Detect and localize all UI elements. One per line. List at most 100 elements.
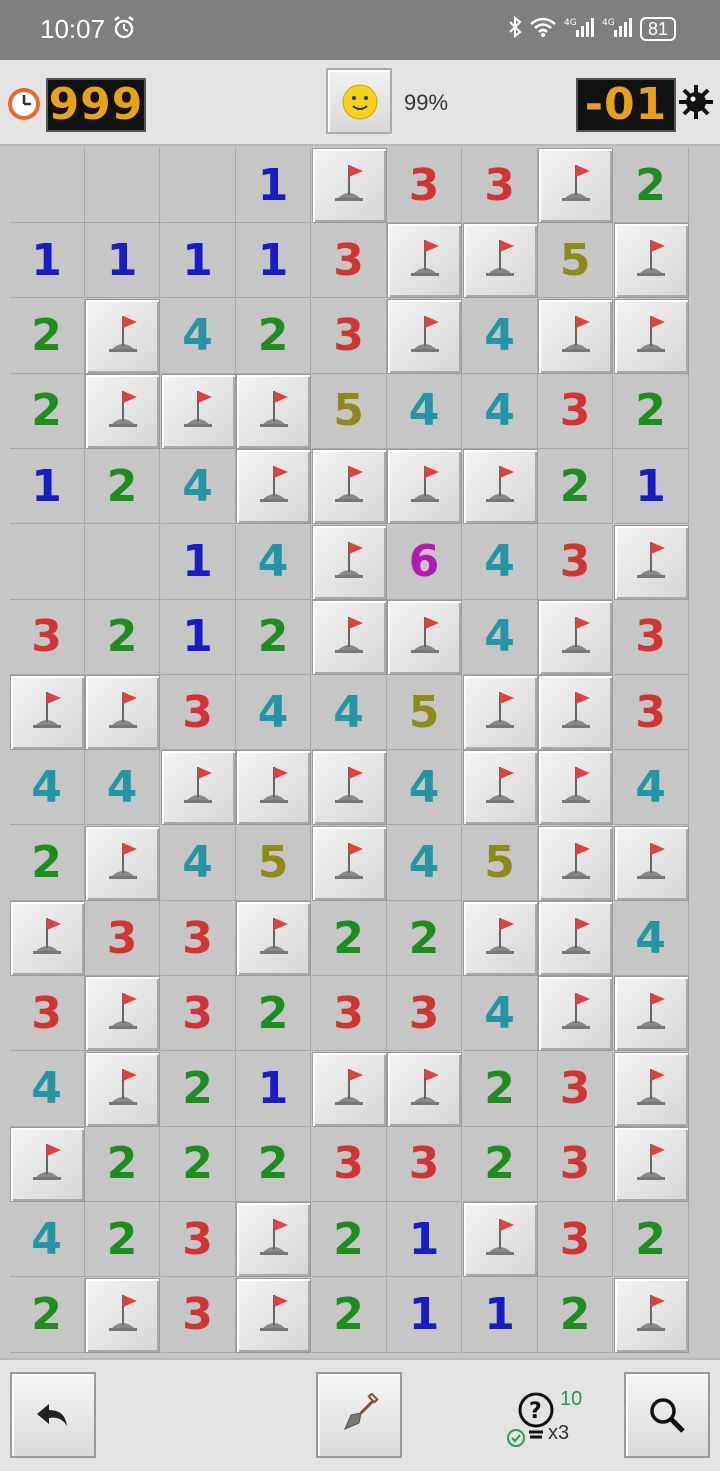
number-cell[interactable]: 4 — [462, 599, 538, 675]
flagged-cell[interactable] — [387, 1051, 462, 1127]
flagged-cell[interactable] — [85, 1277, 160, 1353]
empty-cell[interactable] — [9, 148, 85, 223]
number-cell[interactable]: 1 — [613, 449, 689, 525]
flagged-cell[interactable] — [538, 976, 613, 1052]
hint-button[interactable]: ? 10 x3 — [500, 1388, 590, 1458]
flagged-cell[interactable] — [9, 901, 85, 976]
number-cell[interactable]: 2 — [85, 1126, 160, 1202]
number-cell[interactable]: 4 — [387, 750, 462, 826]
number-cell[interactable]: 3 — [9, 599, 85, 675]
number-cell[interactable]: 2 — [311, 901, 387, 976]
number-cell[interactable]: 1 — [160, 223, 236, 299]
flagged-cell[interactable] — [9, 1126, 85, 1202]
flagged-cell[interactable] — [85, 298, 160, 374]
number-cell[interactable]: 1 — [160, 599, 236, 675]
number-cell[interactable]: 4 — [311, 675, 387, 751]
number-cell[interactable]: 3 — [538, 524, 613, 600]
flagged-cell[interactable] — [462, 901, 538, 976]
number-cell[interactable]: 2 — [236, 1126, 311, 1202]
undo-button[interactable] — [10, 1372, 96, 1458]
number-cell[interactable]: 4 — [9, 1051, 85, 1127]
number-cell[interactable]: 3 — [462, 148, 538, 223]
flagged-cell[interactable] — [538, 825, 613, 901]
number-cell[interactable]: 4 — [160, 449, 236, 525]
flagged-cell[interactable] — [311, 599, 387, 675]
flagged-cell[interactable] — [462, 223, 538, 299]
empty-cell[interactable] — [85, 148, 160, 223]
number-cell[interactable]: 4 — [387, 825, 462, 901]
number-cell[interactable]: 3 — [387, 148, 462, 223]
number-cell[interactable]: 2 — [85, 1202, 160, 1278]
flagged-cell[interactable] — [85, 373, 160, 449]
flagged-cell[interactable] — [160, 750, 236, 826]
number-cell[interactable]: 3 — [85, 901, 160, 976]
number-cell[interactable]: 1 — [236, 223, 311, 299]
number-cell[interactable]: 1 — [9, 449, 85, 525]
number-cell[interactable]: 3 — [538, 1202, 613, 1278]
flagged-cell[interactable] — [613, 825, 689, 901]
number-cell[interactable]: 3 — [160, 976, 236, 1052]
number-cell[interactable]: 2 — [236, 599, 311, 675]
flagged-cell[interactable] — [387, 449, 462, 525]
zoom-button[interactable] — [624, 1372, 710, 1458]
flagged-cell[interactable] — [613, 1126, 689, 1202]
new-game-smiley-button[interactable] — [326, 68, 392, 134]
number-cell[interactable]: 4 — [9, 750, 85, 826]
number-cell[interactable]: 2 — [9, 373, 85, 449]
number-cell[interactable]: 2 — [613, 1202, 689, 1278]
flagged-cell[interactable] — [462, 750, 538, 826]
number-cell[interactable]: 3 — [160, 675, 236, 751]
number-cell[interactable]: 2 — [311, 1277, 387, 1353]
flagged-cell[interactable] — [462, 1202, 538, 1278]
flagged-cell[interactable] — [311, 148, 387, 223]
flagged-cell[interactable] — [538, 298, 613, 374]
flagged-cell[interactable] — [236, 1202, 311, 1278]
number-cell[interactable]: 1 — [236, 148, 311, 223]
flagged-cell[interactable] — [387, 298, 462, 374]
number-cell[interactable]: 4 — [236, 524, 311, 600]
empty-cell[interactable] — [85, 524, 160, 600]
number-cell[interactable]: 4 — [236, 675, 311, 751]
number-cell[interactable]: 3 — [160, 901, 236, 976]
number-cell[interactable]: 3 — [613, 675, 689, 751]
number-cell[interactable]: 5 — [311, 373, 387, 449]
flagged-cell[interactable] — [462, 449, 538, 525]
flagged-cell[interactable] — [538, 901, 613, 976]
number-cell[interactable]: 3 — [160, 1277, 236, 1353]
flagged-cell[interactable] — [613, 298, 689, 374]
number-cell[interactable]: 3 — [538, 1126, 613, 1202]
number-cell[interactable]: 1 — [85, 223, 160, 299]
number-cell[interactable]: 2 — [236, 298, 311, 374]
number-cell[interactable]: 4 — [462, 298, 538, 374]
flagged-cell[interactable] — [613, 223, 689, 299]
number-cell[interactable]: 4 — [462, 976, 538, 1052]
number-cell[interactable]: 4 — [85, 750, 160, 826]
number-cell[interactable]: 4 — [387, 373, 462, 449]
number-cell[interactable]: 1 — [462, 1277, 538, 1353]
number-cell[interactable]: 3 — [311, 298, 387, 374]
number-cell[interactable]: 3 — [538, 1051, 613, 1127]
number-cell[interactable]: 6 — [387, 524, 462, 600]
flagged-cell[interactable] — [236, 449, 311, 525]
number-cell[interactable]: 2 — [9, 298, 85, 374]
number-cell[interactable]: 5 — [538, 223, 613, 299]
number-cell[interactable]: 2 — [462, 1051, 538, 1127]
flagged-cell[interactable] — [387, 599, 462, 675]
number-cell[interactable]: 2 — [9, 825, 85, 901]
flagged-cell[interactable] — [236, 373, 311, 449]
flagged-cell[interactable] — [9, 675, 85, 751]
flagged-cell[interactable] — [311, 524, 387, 600]
number-cell[interactable]: 2 — [85, 449, 160, 525]
number-cell[interactable]: 4 — [462, 524, 538, 600]
flagged-cell[interactable] — [613, 1051, 689, 1127]
number-cell[interactable]: 2 — [160, 1126, 236, 1202]
number-cell[interactable]: 3 — [311, 976, 387, 1052]
flagged-cell[interactable] — [85, 1051, 160, 1127]
number-cell[interactable]: 2 — [613, 373, 689, 449]
number-cell[interactable]: 2 — [160, 1051, 236, 1127]
number-cell[interactable]: 2 — [387, 901, 462, 976]
number-cell[interactable]: 1 — [236, 1051, 311, 1127]
flagged-cell[interactable] — [538, 599, 613, 675]
number-cell[interactable]: 4 — [613, 901, 689, 976]
flagged-cell[interactable] — [85, 675, 160, 751]
